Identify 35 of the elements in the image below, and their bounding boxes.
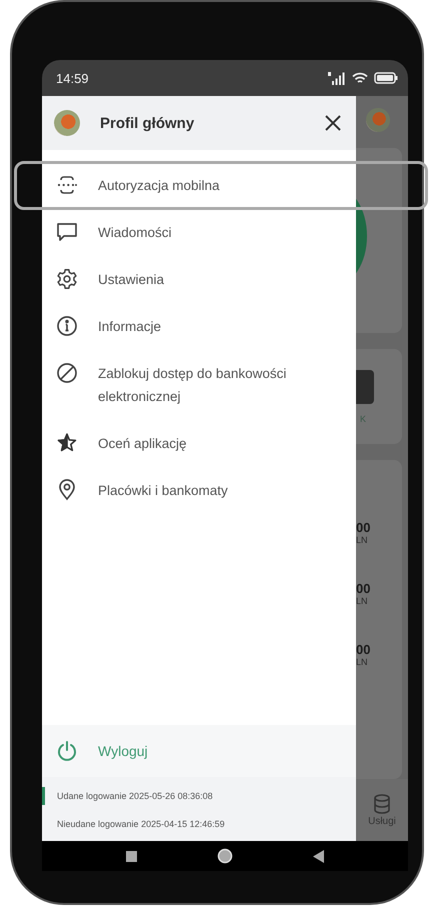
menu-item[interactable]: Informacje <box>42 303 356 350</box>
menu-item[interactable]: Oceń aplikację <box>42 420 356 467</box>
login-info: Nieudane logowanie 2025-04-15 12:46:59 <box>56 818 226 831</box>
amount-value: 00 <box>356 520 372 535</box>
mobile-auth-icon <box>56 174 78 196</box>
wifi-icon <box>352 72 368 84</box>
menu-item[interactable]: Ustawienia <box>42 256 356 303</box>
app-icon <box>356 370 374 404</box>
amount-value: 00 <box>356 581 372 596</box>
info-icon <box>56 315 78 337</box>
home-icon[interactable] <box>216 848 232 864</box>
signal-icon <box>328 72 346 84</box>
currency-label: LN <box>356 657 369 667</box>
avatar[interactable] <box>54 110 80 136</box>
menu-item[interactable]: Wiadomości <box>42 209 356 256</box>
close-icon[interactable] <box>324 114 342 132</box>
back-icon[interactable] <box>312 850 324 862</box>
tile-label: K <box>360 414 366 424</box>
database-icon <box>373 794 391 814</box>
recents-icon[interactable] <box>126 850 136 862</box>
power-icon <box>56 740 78 762</box>
amount-value: 00 <box>356 642 372 657</box>
currency-label: LN <box>356 535 369 545</box>
avatar <box>366 108 390 132</box>
star-icon <box>56 432 78 454</box>
battery-icon <box>374 72 398 84</box>
location-pin-icon <box>56 479 78 501</box>
currency-label: LN <box>356 596 369 606</box>
profile-title: Profil główny <box>100 114 196 132</box>
prohibited-icon <box>56 362 78 384</box>
chat-bubble-icon <box>56 221 78 243</box>
status-time: 14:59 <box>56 70 89 86</box>
settings-icon <box>56 268 78 290</box>
menu-item[interactable]: Zablokuj dostęp do bankowości elektronicznej <box>42 350 356 420</box>
menu-item[interactable]: Placówki i bankomaty <box>42 467 356 514</box>
